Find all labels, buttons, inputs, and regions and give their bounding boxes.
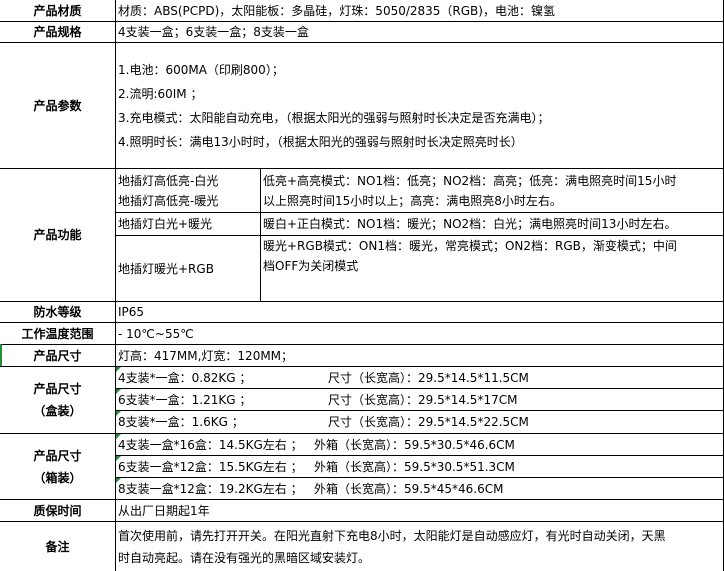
grid-line (260, 168, 261, 301)
cell-marker (116, 389, 121, 394)
function-mode-3: 地插灯暖光+RGB (116, 236, 260, 301)
carton-row: 8支装一盒*12盒：19.2KG左右 ； 外箱（长宽高）：59.5*45*46.… (116, 478, 724, 499)
params-line: 4.照明时长：满电13小时时，（根据太阳光的强弱与照射时长决定照亮时长） (118, 134, 523, 149)
carton-dimensions: 外箱（长宽高）：59.5*30.5*46.6CM (314, 437, 515, 452)
params-line: 1.电池：600MA（印刷800）； (118, 62, 284, 77)
carton-dimensions: 外箱（长宽高）：59.5*45*46.6CM (314, 481, 504, 496)
function-desc-line: 档OFF为关闭模式 (263, 259, 359, 273)
row-marker (0, 344, 2, 366)
grid-line (116, 388, 724, 389)
carton-label-bottom: （箱装） (33, 470, 82, 485)
waterproof-value: IP65 (118, 305, 145, 319)
function-desc-3: 暖光+RGB模式：ON1档：暖光，常亮模式；ON2档：RGB，渐变模式；中间 档… (261, 236, 724, 280)
spec-sheet-table: 产品材质 材质：ABS(PCPD)，太阳能板：多晶硅，灯珠：5050/2835（… (0, 0, 724, 571)
box-dimensions: 尺寸（长宽高）：29.5*14.5*22.5CM (328, 415, 529, 429)
function-desc-2: 暖白+正白模式：NO1档：暖光；NO2档：白光；满电照亮时间13小时左右。 (261, 213, 724, 235)
box-weight: 8支装*一盒：1.6KG ； (118, 415, 244, 429)
grid-line (0, 344, 724, 345)
grid-line (0, 521, 724, 522)
cell-marker (116, 434, 121, 439)
function-label: 产品功能 (33, 228, 82, 242)
grid-line (0, 301, 724, 302)
carton-label-top: 产品尺寸 (33, 448, 82, 463)
params-label: 产品参数 (33, 98, 82, 113)
temperature-value: - 10℃~55℃ (118, 326, 194, 341)
material-value: 材质：ABS(PCPD)，太阳能板：多晶硅，灯珠：5050/2835（RGB)，… (118, 3, 555, 18)
box-label-bottom: （盒装） (33, 404, 82, 418)
grid-line (0, 322, 724, 323)
function-mode-line: 地插灯白光+暖光 (118, 217, 213, 231)
box-weight: 6支装*一盒：1.21KG ； (118, 392, 252, 407)
function-desc-1: 低亮+高亮模式：NO1档：低亮；NO2档：高亮；低亮：满电照亮时间15小时 以上… (261, 169, 724, 212)
box-label: 产品尺寸 （盒装） (0, 367, 115, 433)
function-desc-line: 暖白+正白模式：NO1档：暖光；NO2档：白光；满电照亮时间13小时左右。 (263, 217, 677, 231)
params-lines: 1.电池：600MA（印刷800）； 2.流明:60IM ； 3.充电模式：太阳… (116, 43, 724, 168)
grid-line (115, 0, 116, 571)
carton-label: 产品尺寸 （箱装） (0, 434, 115, 499)
notes-line: 首次使用前，请先打开开关。在阳光直射下充电8小时，太阳能灯是自动感应灯，有光时自… (118, 528, 666, 543)
warranty-label: 质保时间 (33, 503, 82, 518)
cell-marker (116, 456, 121, 461)
function-mode-line: 地插灯高低亮-暖光 (118, 193, 219, 208)
grid-line (116, 477, 724, 478)
box-dimensions: 尺寸（长宽高）：29.5*14.5*17CM (328, 392, 518, 407)
cell-marker (116, 367, 121, 372)
box-row: 4支装*一盒：0.82KG ； 尺寸（长宽高）：29.5*14.5*11.5CM (116, 367, 724, 388)
function-desc-line: 以上照亮时间15小时以上；高亮：满电照亮8小时左右。 (263, 193, 562, 208)
size-label: 产品尺寸 (33, 348, 82, 363)
warranty-value: 从出厂日期起1年 (118, 503, 210, 518)
carton-row: 6支装一盒*12盒：15.5KG左右 ； 外箱（长宽高）：59.5*30.5*5… (116, 456, 724, 477)
spec-label: 产品规格 (33, 25, 82, 39)
grid-line (0, 42, 724, 43)
grid-line (0, 21, 724, 22)
size-value: 灯高：417MM,灯宽：120MM； (118, 348, 294, 363)
box-row: 6支装*一盒：1.21KG ； 尺寸（长宽高）：29.5*14.5*17CM (116, 389, 724, 410)
grid-line (116, 212, 724, 213)
box-label-top: 产品尺寸 (33, 382, 82, 396)
function-desc-line: 暖光+RGB模式：ON1档：暖光，常亮模式；ON2档：RGB，渐变模式；中间 (263, 239, 677, 253)
box-dimensions: 尺寸（长宽高）：29.5*14.5*11.5CM (328, 370, 529, 385)
temperature-label: 工作温度范围 (21, 326, 94, 341)
waterproof-label: 防水等级 (33, 305, 82, 319)
params-line: 2.流明:60IM ； (118, 86, 203, 101)
function-mode-2: 地插灯白光+暖光 (116, 213, 260, 235)
grid-line (116, 455, 724, 456)
notes-lines: 首次使用前，请先打开开关。在阳光直射下充电8小时，太阳能灯是自动感应灯，有光时自… (116, 522, 724, 571)
function-mode-line: 地插灯暖光+RGB (118, 261, 214, 276)
grid-line (0, 499, 724, 500)
cell-marker (116, 411, 121, 416)
carton-dimensions: 外箱（长宽高）：59.5*30.5*51.3CM (314, 459, 515, 474)
carton-weight: 8支装一盒*12盒：19.2KG左右 ； (118, 481, 303, 496)
spec-value: 4支装一盒；6支装一盒；8支装一盒 (118, 25, 309, 39)
box-row: 8支装*一盒：1.6KG ； 尺寸（长宽高）：29.5*14.5*22.5CM (116, 411, 724, 433)
function-desc-line: 低亮+高亮模式：NO1档：低亮；NO2档：高亮；低亮：满电照亮时间15小时 (263, 173, 677, 188)
grid-line (0, 168, 724, 169)
grid-line (116, 235, 724, 236)
grid-line (0, 366, 724, 367)
material-label: 产品材质 (33, 3, 82, 18)
carton-row: 4支装一盒*16盒：14.5KG左右 ； 外箱（长宽高）：59.5*30.5*4… (116, 434, 724, 455)
grid-line (116, 410, 724, 411)
cell-marker (116, 478, 121, 483)
function-mode-1: 地插灯高低亮-白光 地插灯高低亮-暖光 (116, 169, 260, 212)
grid-line (0, 433, 724, 434)
function-mode-line: 地插灯高低亮-白光 (118, 173, 219, 188)
notes-label: 备注 (45, 539, 70, 554)
notes-line: 时自动亮起。请在没有强光的黑暗区域安装灯。 (118, 550, 371, 565)
carton-weight: 6支装一盒*12盒：15.5KG左右 ； (118, 459, 303, 474)
carton-weight: 4支装一盒*16盒：14.5KG左右 ； (118, 437, 303, 452)
box-weight: 4支装*一盒：0.82KG ； (118, 370, 252, 385)
params-line: 3.充电模式：太阳能自动充电，（根据太阳光的强弱与照射时长决定是否充满电）； (118, 110, 550, 125)
